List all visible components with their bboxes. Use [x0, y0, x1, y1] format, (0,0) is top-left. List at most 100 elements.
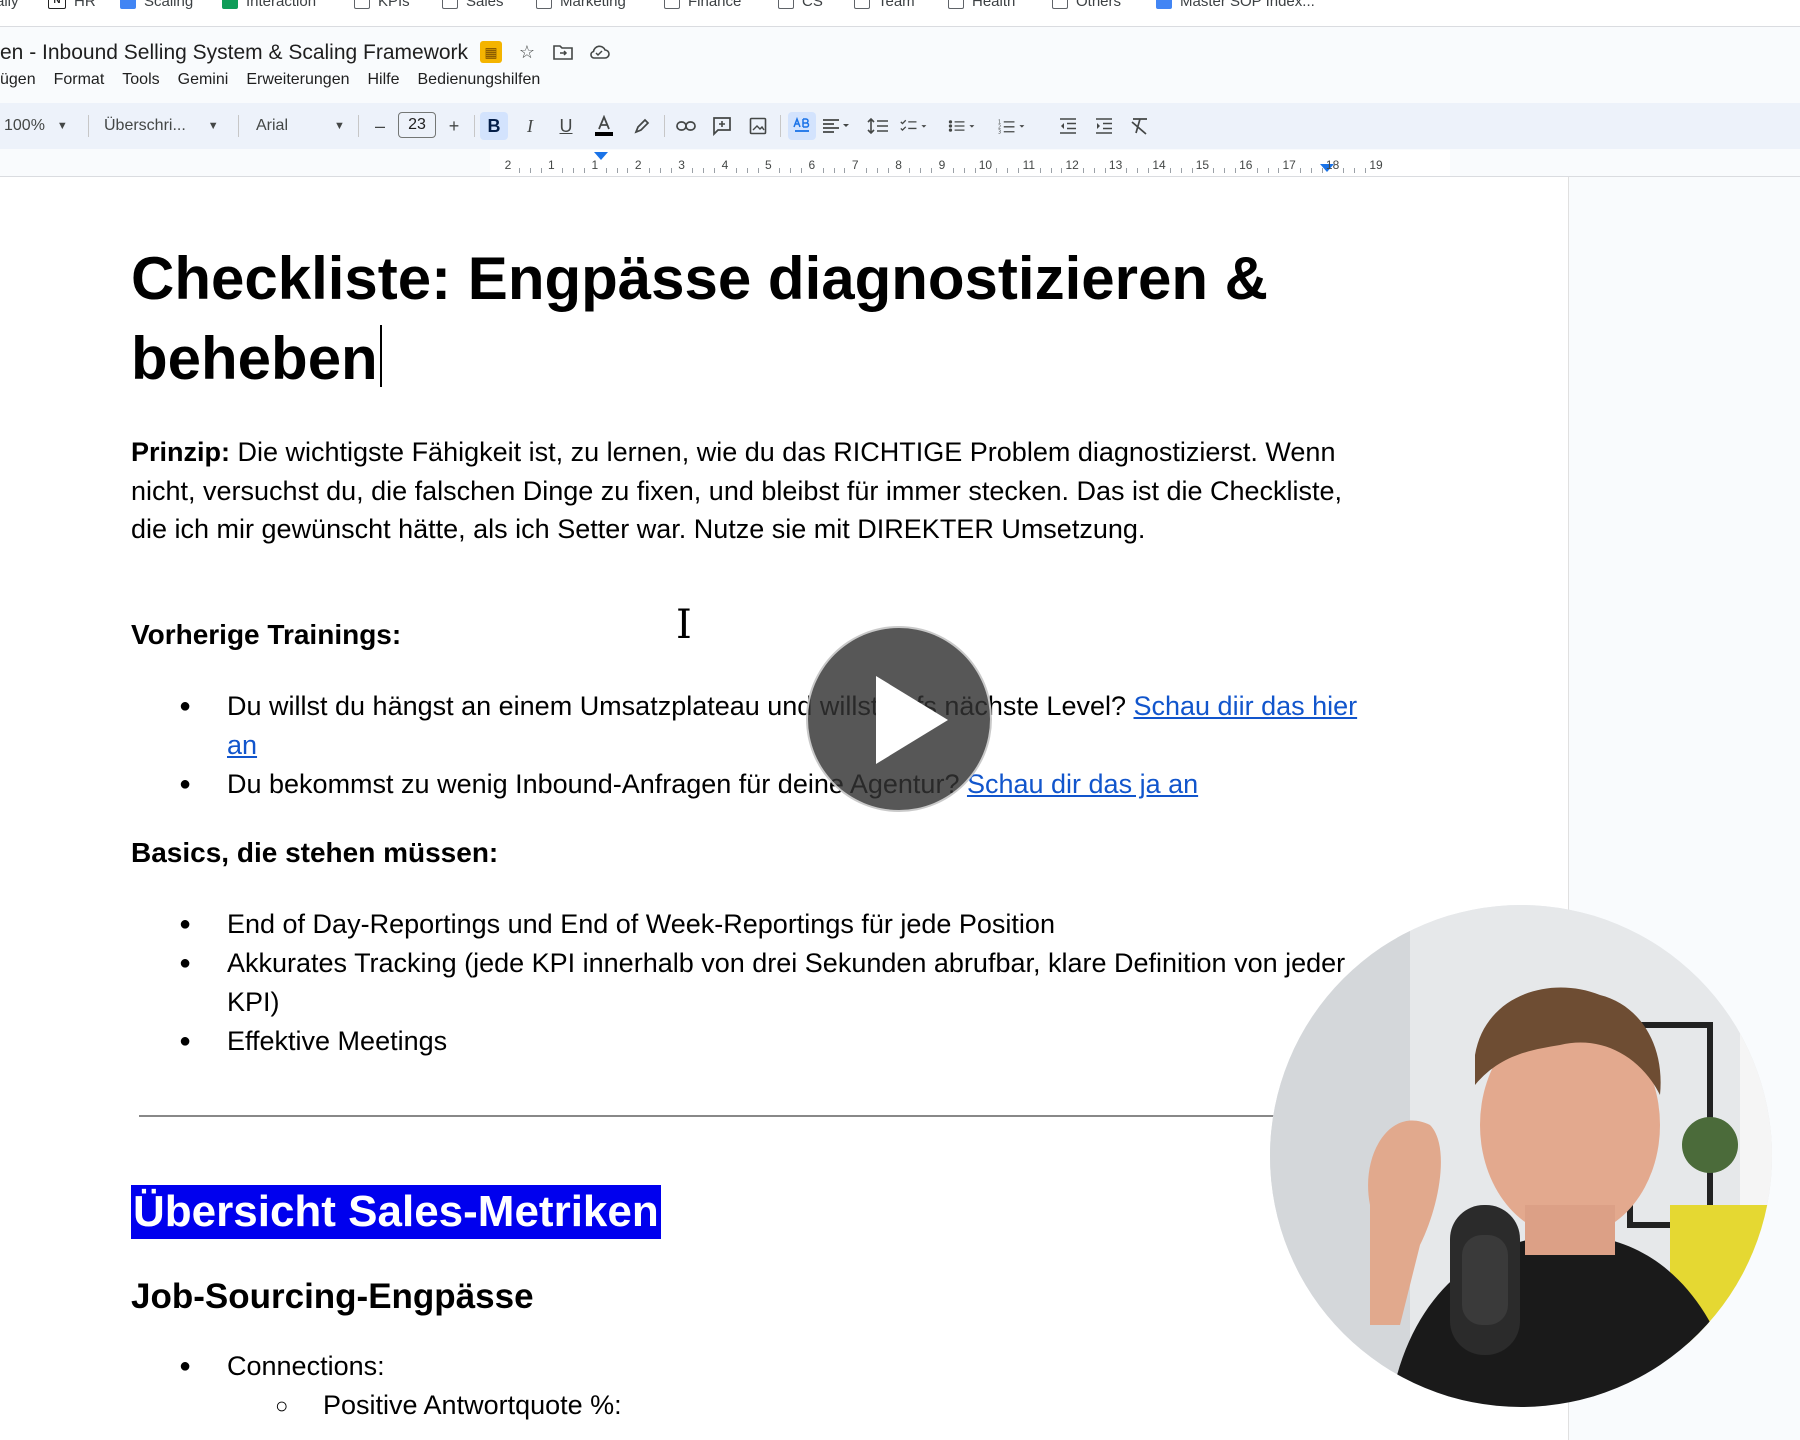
list-item[interactable]: Akkurates Tracking (jede KPI innerhalb v… [131, 944, 1381, 1022]
bookmark-aily[interactable]: aily [0, 0, 19, 10]
ruler-minor-tick [670, 168, 672, 173]
font-family-select[interactable]: Arial ▼ [256, 103, 345, 149]
italic-icon: I [527, 115, 533, 136]
ruler-minor-tick [1321, 168, 1323, 173]
ruler-tick-label: 6 [808, 158, 816, 172]
document-heading-1[interactable]: Checkliste: Engpässe diagnostizieren & b… [131, 239, 1381, 399]
selected-heading-sales-metrics[interactable]: Übersicht Sales-Metriken [131, 1185, 661, 1239]
list-item[interactable]: Du willst du hängst an einem Umsatzplate… [131, 687, 1381, 765]
line-spacing-button[interactable] [864, 112, 892, 140]
spellcheck-icon [793, 116, 810, 132]
text-select-cursor-icon: I [676, 602, 692, 648]
move-folder-icon[interactable] [552, 41, 574, 63]
bookmark-interaction[interactable]: Interaction [222, 0, 316, 10]
bookmark-sales[interactable]: Sales [442, 0, 504, 10]
doc-header: en - Inbound Selling System & Scaling Fr… [0, 27, 1800, 103]
bookmark-cs[interactable]: CS [778, 0, 823, 10]
highlight-color-button[interactable] [628, 112, 656, 140]
insert-image-button[interactable] [744, 112, 772, 140]
zoom-select[interactable]: 100% ▼ [4, 103, 68, 149]
list-item[interactable]: Effektive Meetings [131, 1022, 1381, 1061]
text-cursor [379, 325, 382, 387]
cloud-status-icon[interactable] [588, 41, 610, 63]
align-left-icon [823, 119, 849, 133]
principle-paragraph[interactable]: Prinzip: Die wichtigste Fähigkeit ist, z… [131, 433, 1381, 549]
bookmark-master-sop[interactable]: Master SOP Index... [1156, 0, 1315, 10]
text-color-icon [595, 115, 613, 136]
menu-extensions[interactable]: Erweiterungen [246, 71, 349, 89]
bulleted-list-button[interactable] [948, 112, 976, 140]
basics-list: End of Day-Reportings und End of Week-Re… [131, 905, 1381, 1061]
menu-tools[interactable]: Tools [122, 71, 159, 89]
training-link-2[interactable]: Schau dir das ja an [967, 769, 1198, 799]
basics-heading[interactable]: Basics, die stehen müssen: [131, 837, 498, 869]
folder-icon [778, 0, 794, 9]
menu-format[interactable]: Format [54, 71, 105, 89]
increase-indent-button[interactable] [1090, 112, 1118, 140]
bookmark-finance[interactable]: Finance [664, 0, 741, 10]
checklist-button[interactable] [900, 112, 928, 140]
ruler-minor-tick [714, 168, 716, 173]
sub-list-item[interactable]: Positive Antwortquote %: [131, 1386, 1381, 1425]
bookmark-hr[interactable]: N HR [48, 0, 96, 10]
ruler-minor-tick [779, 168, 781, 173]
font-size-input[interactable]: 23 [398, 112, 436, 138]
webcam-overlay [1270, 905, 1772, 1407]
ruler-minor-tick [1083, 168, 1085, 173]
ruler-tick-label: 4 [721, 158, 729, 172]
video-play-button[interactable] [806, 626, 992, 812]
job-sourcing-heading[interactable]: Job-Sourcing-Engpässe [131, 1277, 534, 1317]
bookmark-team[interactable]: Team [854, 0, 915, 10]
ruler-minor-tick [952, 168, 954, 173]
horizontal-ruler[interactable]: 2 1 1 2 3 4 5 6 7 8 9 10 11 12 13 14 15 16 17 18 19 [0, 150, 1800, 177]
ruler-minor-tick [1126, 168, 1128, 173]
bold-button[interactable]: B [480, 112, 508, 140]
ruler-minor-tick [659, 168, 661, 173]
star-icon[interactable]: ☆ [516, 41, 538, 63]
sheets-icon [222, 0, 238, 9]
menu-insert[interactable]: ügen [0, 71, 36, 89]
list-item[interactable]: Connections: [131, 1347, 1381, 1386]
insert-link-button[interactable] [672, 112, 700, 140]
text-color-button[interactable] [590, 112, 618, 140]
numbered-list-button[interactable]: 123 [998, 112, 1026, 140]
ruler-minor-tick [1278, 168, 1280, 173]
increase-indent-icon [1096, 118, 1112, 134]
menu-help[interactable]: Hilfe [367, 71, 399, 89]
ruler-minor-tick [649, 168, 651, 173]
underline-button[interactable]: U [552, 112, 580, 140]
ruler-minor-tick [518, 168, 520, 173]
highlighter-icon [634, 118, 650, 134]
italic-button[interactable]: I [516, 112, 544, 140]
clear-formatting-button[interactable] [1126, 112, 1154, 140]
ruler-minor-tick [1256, 168, 1258, 173]
previous-trainings-heading[interactable]: Vorherige Trainings: [131, 619, 401, 651]
ruler-tick-label: 13 [1108, 158, 1123, 172]
bookmark-scaling[interactable]: Scaling [120, 0, 193, 10]
increase-font-size-button[interactable]: + [440, 112, 468, 140]
bookmark-others[interactable]: Others [1052, 0, 1121, 10]
smart-chips-button[interactable] [788, 112, 816, 140]
decrease-indent-button[interactable] [1054, 112, 1082, 140]
menu-accessibility[interactable]: Bedienungshilfen [418, 71, 541, 89]
document-title[interactable]: en - Inbound Selling System & Scaling Fr… [0, 41, 468, 65]
ruler-minor-tick [1061, 168, 1063, 173]
decrease-font-size-button[interactable]: – [366, 112, 394, 140]
align-button[interactable] [822, 112, 850, 140]
slides-icon[interactable]: ▦ [480, 41, 502, 63]
bookmarks-bar: aily NHR Scaling Interaction KPIs Sales … [0, 0, 1800, 27]
ruler-minor-tick [735, 168, 737, 173]
bookmark-health[interactable]: Health [948, 0, 1015, 10]
bookmark-kpis[interactable]: KPIs [354, 0, 410, 10]
ruler-tick-label: 1 [591, 158, 599, 172]
menu-gemini[interactable]: Gemini [178, 71, 229, 89]
paragraph-style-select[interactable]: Überschri... ▼ [104, 103, 219, 149]
list-item[interactable]: End of Day-Reportings und End of Week-Re… [131, 905, 1381, 944]
checklist-icon [900, 119, 927, 132]
add-comment-button[interactable] [708, 112, 736, 140]
bookmark-marketing[interactable]: Marketing [536, 0, 626, 10]
bulleted-list-icon [948, 120, 975, 132]
ruler-minor-tick [1093, 168, 1095, 173]
ruler-minor-tick [616, 168, 618, 173]
list-item[interactable]: Du bekommst zu wenig Inbound-Anfragen fü… [131, 765, 1381, 804]
